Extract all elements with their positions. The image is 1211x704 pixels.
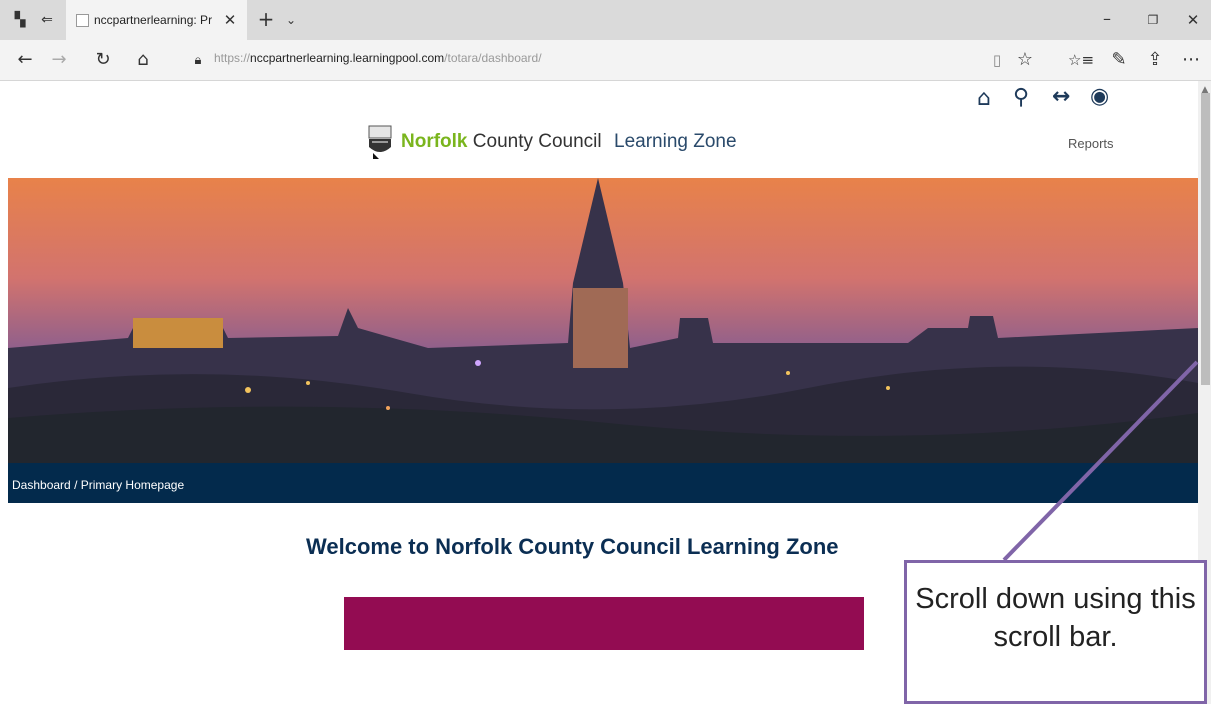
callout-text: Scroll down using this scroll bar. — [915, 583, 1196, 653]
